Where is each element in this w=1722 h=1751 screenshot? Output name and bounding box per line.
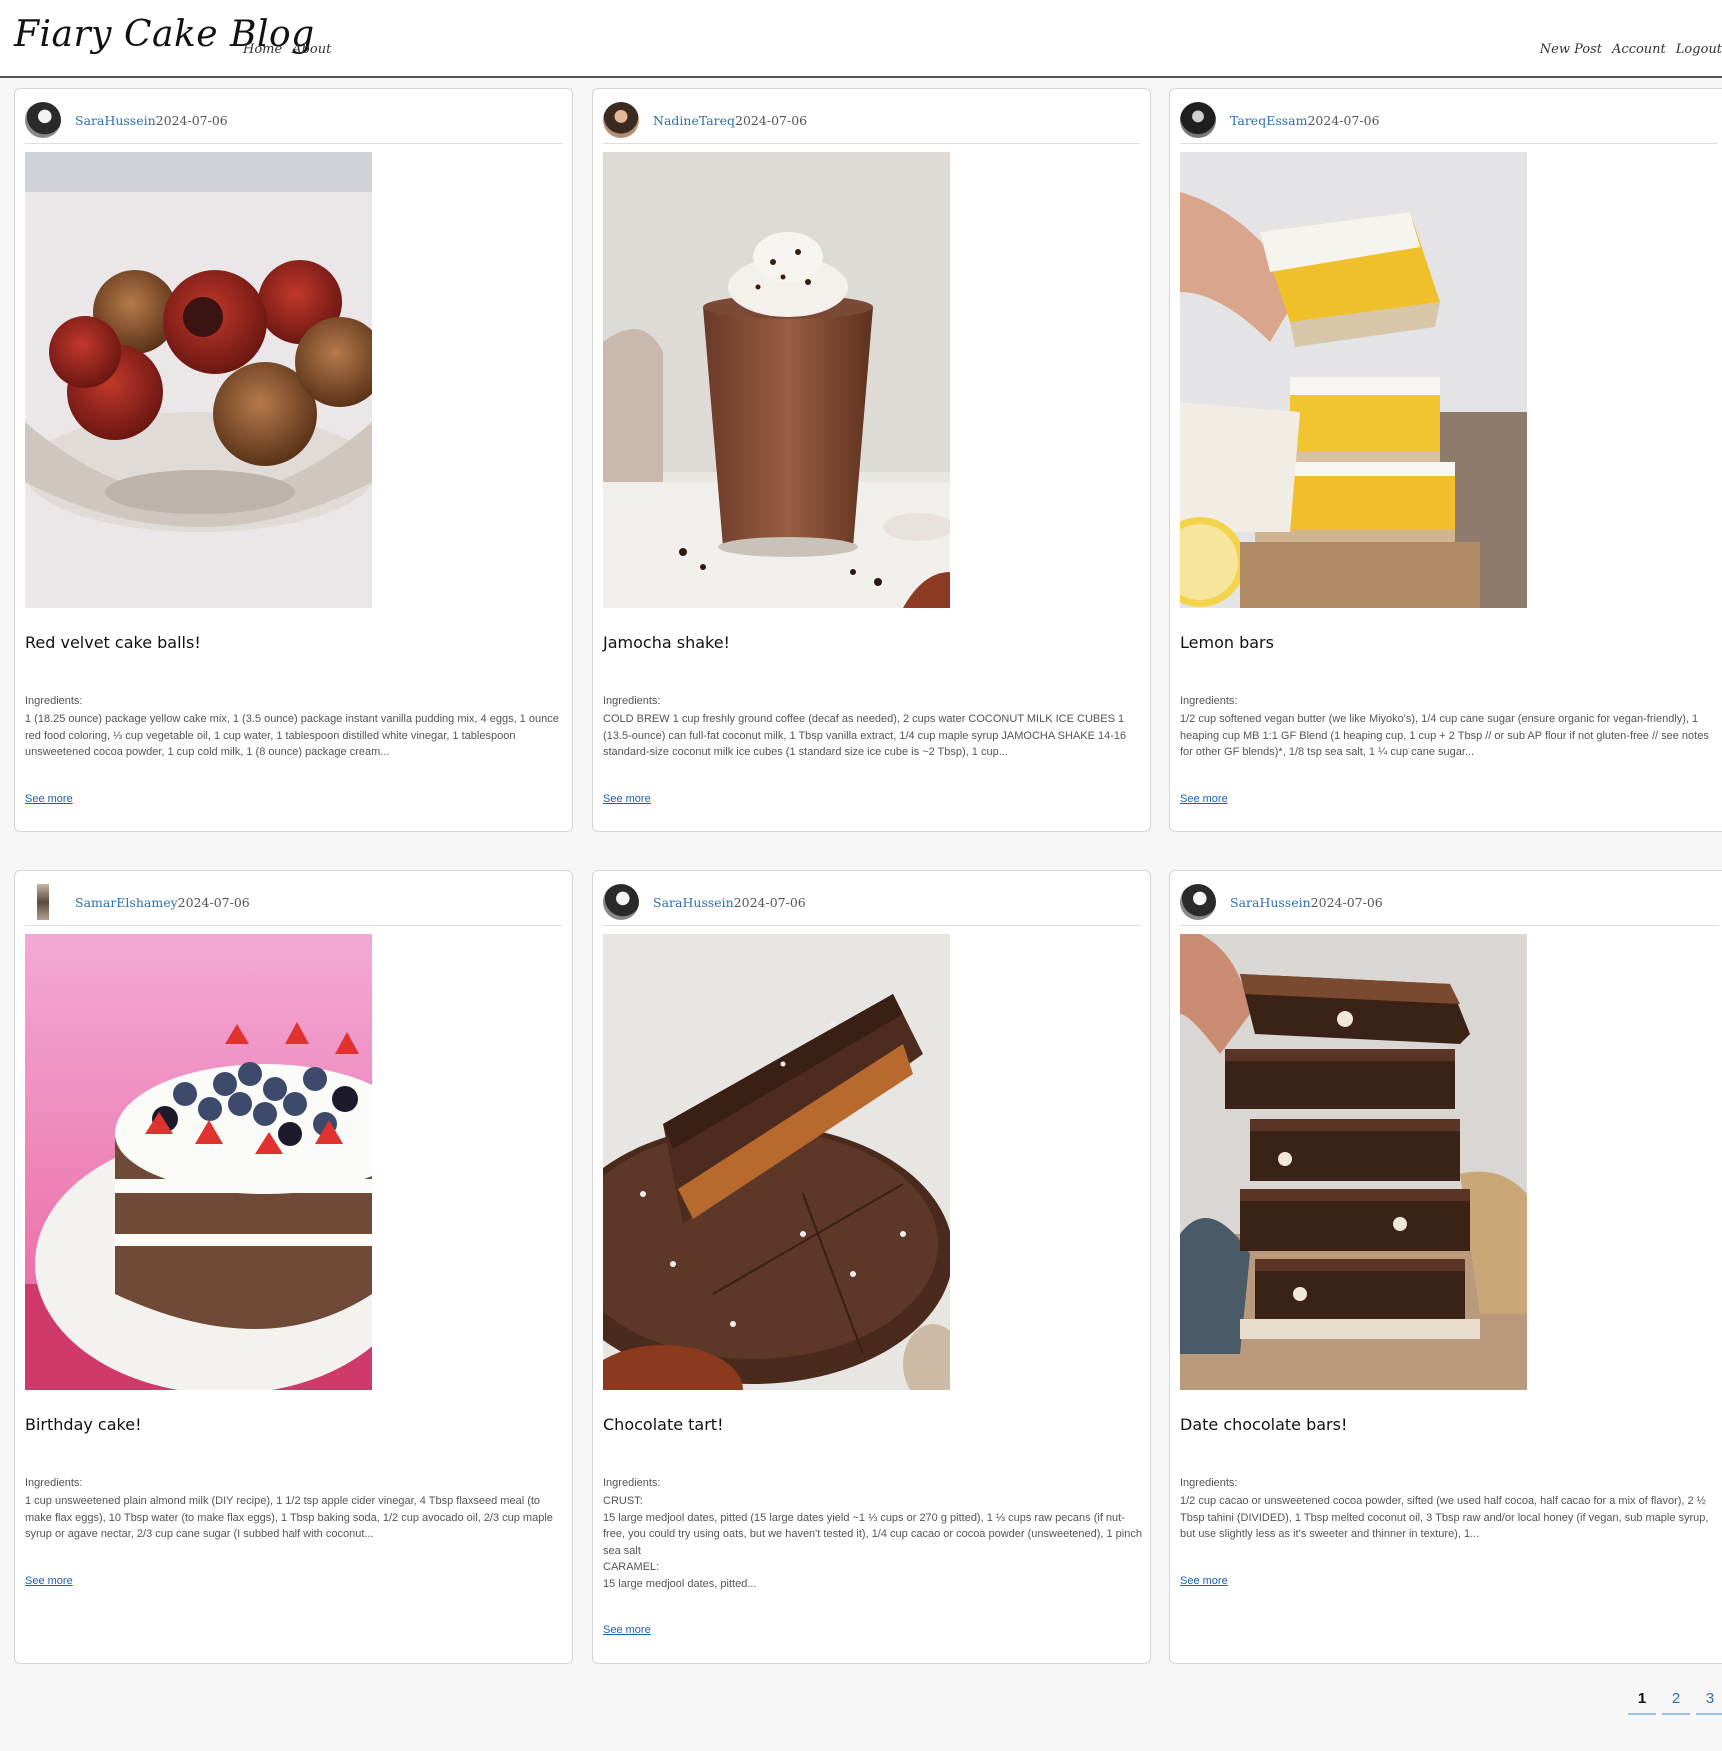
post-author-row: SaraHussein2024-07-06 — [603, 879, 1140, 926]
post-photo[interactable] — [1180, 152, 1527, 608]
top-navbar: Fiary Cake Blog Home About New Post Acco… — [0, 0, 1722, 78]
post-card: SaraHussein2024-07-06 Date chocolate bar… — [1169, 870, 1722, 1664]
ingredients-label: Ingredients: — [1180, 695, 1238, 707]
post-author-row: SamarElshamey2024-07-06 — [25, 879, 562, 926]
nav-account-link[interactable]: Account — [1612, 42, 1666, 57]
ingredients-label: Ingredients: — [1180, 1477, 1238, 1489]
author-avatar[interactable] — [1180, 884, 1216, 920]
author-name-link[interactable]: SamarElshamey — [75, 895, 178, 910]
see-more-link[interactable]: See more — [25, 1575, 73, 1587]
post-author-row: TareqEssam2024-07-06 — [1180, 97, 1718, 144]
ingredients-text: COLD BREW 1 cup freshly ground coffee (d… — [603, 713, 1127, 758]
author-avatar[interactable] — [25, 102, 61, 138]
post-date: 2024-07-06 — [735, 112, 808, 128]
post-photo[interactable] — [1180, 934, 1527, 1390]
post-date: 2024-07-06 — [177, 894, 250, 910]
post-author-row: NadineTareq2024-07-06 — [603, 97, 1140, 144]
nav-about-link[interactable]: About — [292, 42, 331, 57]
see-more-link[interactable]: See more — [25, 793, 73, 805]
page-1-link[interactable]: 1 — [1628, 1690, 1656, 1715]
author-avatar[interactable] — [603, 102, 639, 138]
author-name-link[interactable]: SaraHussein — [653, 895, 734, 910]
nav-logout-link[interactable]: Logout — [1676, 42, 1722, 57]
post-photo[interactable] — [25, 934, 372, 1390]
see-more-link[interactable]: See more — [603, 1624, 651, 1636]
ingredients-text: 1/2 cup cacao or unsweetened cocoa powde… — [1180, 1495, 1709, 1540]
ingredients-text: 1/2 cup softened vegan butter (we like M… — [1180, 713, 1709, 758]
post-author-row: SaraHussein2024-07-06 — [25, 97, 562, 144]
post-date: 2024-07-06 — [1307, 112, 1380, 128]
ingredients-text: CRUST: 15 large medjool dates, pitted (1… — [603, 1495, 1142, 1590]
post-photo[interactable] — [25, 152, 372, 608]
post-photo[interactable] — [603, 934, 950, 1390]
nav-right: New Post Account Logout — [1540, 42, 1722, 57]
post-card: SaraHussein2024-07-06 Chocolate tart! In… — [592, 870, 1151, 1664]
post-card: SaraHussein2024-07-06 Red velvet cake ba… — [14, 88, 573, 832]
see-more-link[interactable]: See more — [1180, 1575, 1228, 1587]
author-avatar[interactable] — [603, 884, 639, 920]
post-title: Date chocolate bars! — [1180, 1415, 1348, 1434]
ingredients-label: Ingredients: — [25, 695, 83, 707]
post-date: 2024-07-06 — [1310, 894, 1383, 910]
author-name-link[interactable]: SaraHussein — [75, 113, 156, 128]
page-2-link[interactable]: 2 — [1662, 1690, 1690, 1715]
post-title: Birthday cake! — [25, 1415, 142, 1434]
author-name-link[interactable]: SaraHussein — [1230, 895, 1311, 910]
nav-left: Home About — [243, 42, 331, 57]
post-card: TareqEssam2024-07-06 Lemon bars Ingredie… — [1169, 88, 1722, 832]
pagination: 1 2 3 — [1628, 1690, 1722, 1715]
post-photo[interactable] — [603, 152, 950, 608]
author-avatar[interactable] — [1180, 102, 1216, 138]
ingredients-text: 1 cup unsweetened plain almond milk (DIY… — [25, 1495, 553, 1540]
page-3-link[interactable]: 3 — [1696, 1690, 1722, 1715]
post-author-row: SaraHussein2024-07-06 — [1180, 879, 1718, 926]
ingredients-label: Ingredients: — [25, 1477, 83, 1489]
ingredients-label: Ingredients: — [603, 695, 661, 707]
nav-home-link[interactable]: Home — [243, 42, 282, 57]
see-more-link[interactable]: See more — [1180, 793, 1228, 805]
author-name-link[interactable]: TareqEssam — [1230, 113, 1307, 128]
post-title: Jamocha shake! — [603, 633, 730, 652]
author-name-link[interactable]: NadineTareq — [653, 113, 735, 128]
post-title: Red velvet cake balls! — [25, 633, 201, 652]
see-more-link[interactable]: See more — [603, 793, 651, 805]
nav-new-post-link[interactable]: New Post — [1540, 42, 1602, 57]
post-card: NadineTareq2024-07-06 Jamocha shake! Ing… — [592, 88, 1151, 832]
post-title: Chocolate tart! — [603, 1415, 724, 1434]
post-date: 2024-07-06 — [155, 112, 228, 128]
ingredients-label: Ingredients: — [603, 1477, 661, 1489]
post-date: 2024-07-06 — [733, 894, 806, 910]
post-title: Lemon bars — [1180, 633, 1274, 652]
post-card: SamarElshamey2024-07-06 Birthday cake! I… — [14, 870, 573, 1664]
ingredients-text: 1 (18.25 ounce) package yellow cake mix,… — [25, 713, 559, 758]
author-avatar[interactable] — [37, 884, 49, 920]
